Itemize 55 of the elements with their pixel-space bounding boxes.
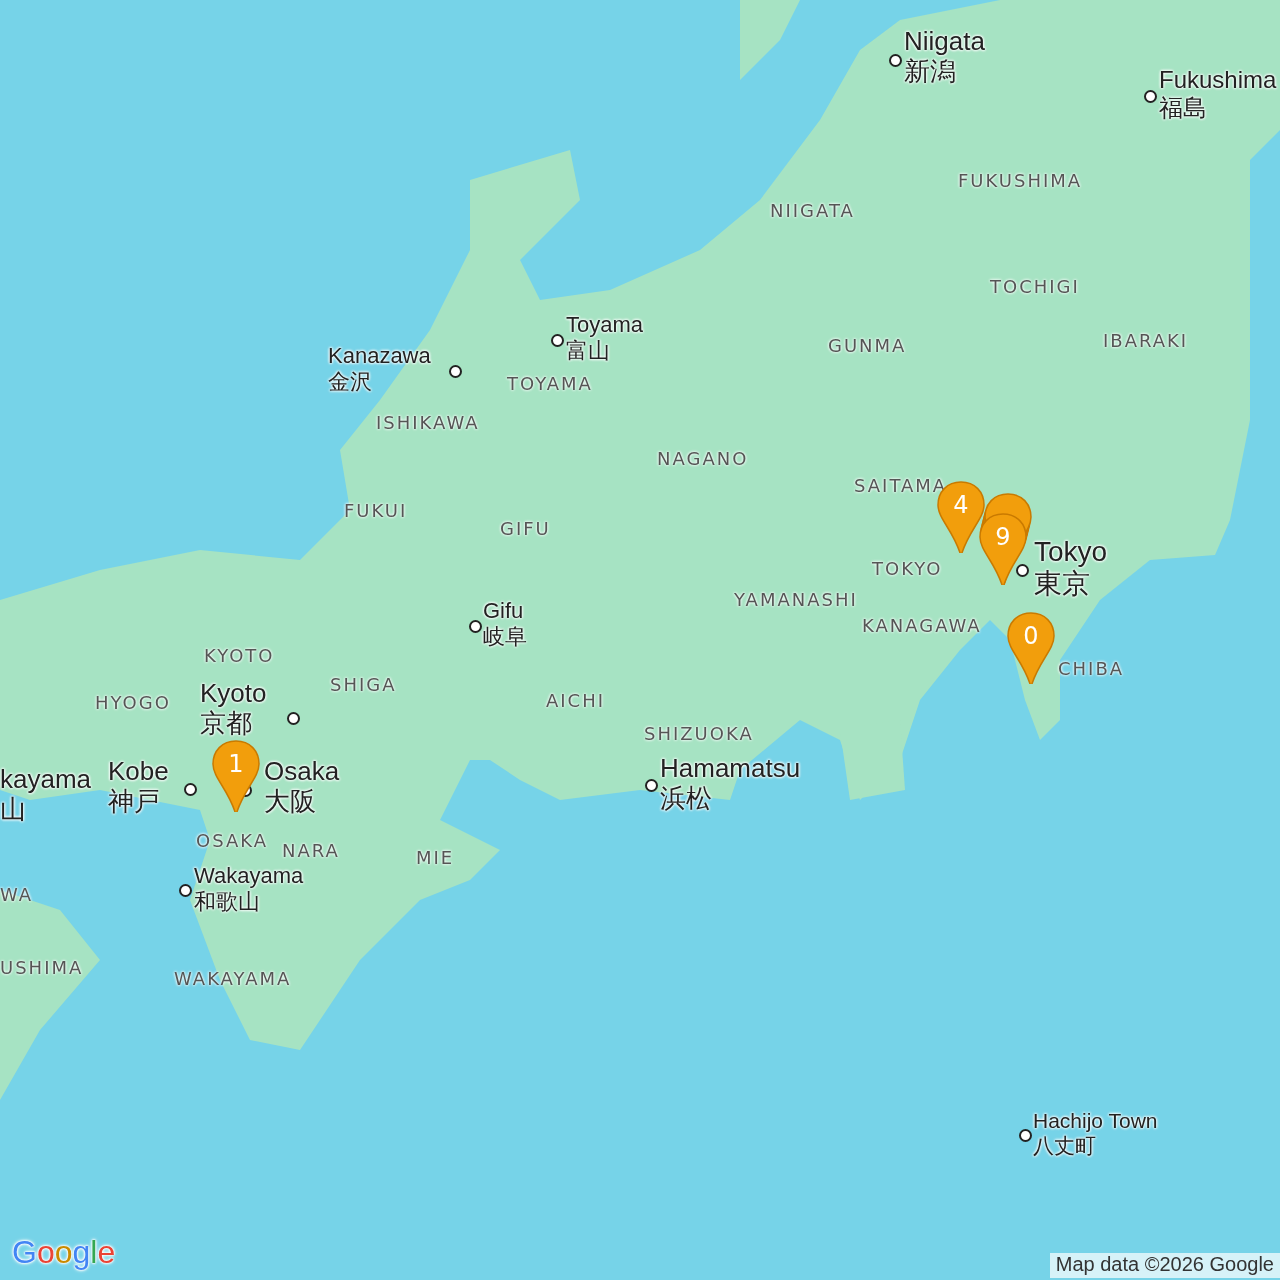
region-label: TOKYO [872, 558, 943, 579]
region-label: GIFU [500, 518, 551, 539]
region-label: NIIGATA [770, 200, 855, 221]
city-label-japanese[interactable]: 和歌山 [194, 891, 260, 913]
map[interactable] [0, 0, 1280, 1280]
region-label: FUKUSHIMA [958, 170, 1083, 191]
city-label[interactable]: Niigata [904, 28, 985, 54]
city-label[interactable]: Kobe [108, 758, 169, 784]
region-label: USHIMA [0, 957, 84, 978]
region-label: HYOGO [95, 692, 171, 713]
city-label-japanese[interactable]: 浜松 [660, 785, 712, 811]
region-label: YAMANASHI [734, 589, 858, 610]
city-label-japanese[interactable]: 大阪 [264, 788, 316, 814]
city-label[interactable]: kayama [0, 766, 92, 792]
city-label-japanese[interactable]: 新潟 [904, 58, 956, 84]
city-label-japanese[interactable]: 山 [0, 796, 26, 822]
city-label-japanese[interactable]: 神戸 [108, 788, 160, 814]
city-label-japanese[interactable]: 東京 [1034, 570, 1090, 598]
city-label-japanese[interactable]: 岐阜 [483, 626, 527, 648]
region-label: NARA [282, 840, 340, 861]
city-dot-icon [179, 884, 192, 897]
city-label[interactable]: Kanazawa [328, 345, 431, 367]
city-label[interactable]: Hamamatsu [660, 755, 801, 781]
region-label: GUNMA [828, 335, 907, 356]
city-label[interactable]: Tokyo [1034, 538, 1108, 566]
city-label-japanese[interactable]: 京都 [200, 710, 252, 736]
city-label-japanese[interactable]: 金沢 [328, 371, 372, 393]
region-label: AICHI [546, 690, 606, 711]
region-label: TOCHIGI [990, 276, 1080, 297]
region-label: SHIZUOKA [644, 723, 754, 744]
region-label: FUKUI [344, 500, 408, 521]
region-label: CHIBA [1058, 658, 1125, 679]
region-label: SHIGA [330, 674, 397, 695]
city-label-japanese[interactable]: 富山 [566, 340, 610, 362]
city-label[interactable]: Fukushima [1159, 68, 1277, 92]
region-label: KYOTO [204, 645, 275, 666]
region-label: NAGANO [657, 448, 749, 469]
region-label: TOYAMA [507, 373, 593, 394]
region-label: MIE [416, 847, 455, 868]
city-label[interactable]: Hachijo Town [1033, 1110, 1158, 1131]
region-label: WA [0, 884, 34, 905]
map-attribution: Map data ©2026 Google [1049, 1253, 1280, 1278]
region-label: ISHIKAWA [376, 412, 480, 433]
city-label[interactable]: Wakayama [194, 865, 304, 887]
region-label: OSAKA [196, 830, 269, 851]
city-dot-icon [1019, 1129, 1032, 1142]
city-label[interactable]: Gifu [483, 600, 524, 622]
city-label[interactable]: Osaka [264, 758, 340, 784]
city-label-japanese[interactable]: 八丈町 [1033, 1135, 1096, 1156]
city-label[interactable]: Toyama [566, 314, 644, 336]
city-label-japanese[interactable]: 福島 [1159, 96, 1207, 120]
region-label: WAKAYAMA [174, 968, 292, 989]
city-label[interactable]: Kyoto [200, 680, 267, 706]
region-label: IBARAKI [1103, 330, 1189, 351]
region-label: KANAGAWA [862, 615, 982, 636]
